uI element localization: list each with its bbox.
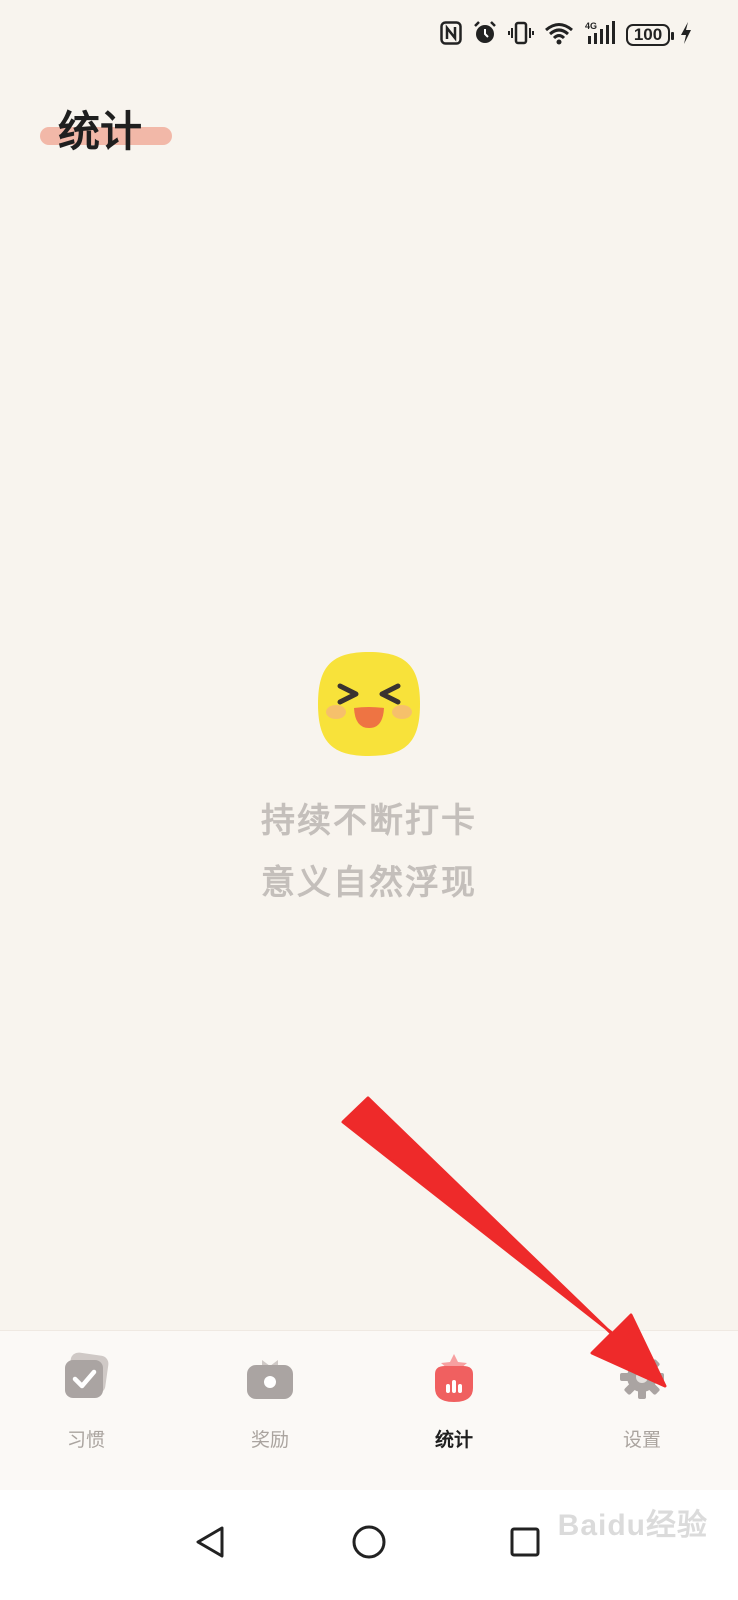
watermark: Baidu经验 — [557, 1509, 708, 1542]
page-title: 统计 — [58, 107, 143, 156]
back-icon[interactable] — [180, 1512, 240, 1572]
charging-icon — [680, 21, 692, 49]
vibrate-icon — [508, 20, 534, 50]
tab-habits-label: 习惯 — [66, 1429, 105, 1451]
tab-stats-label: 统计 — [434, 1429, 473, 1451]
tab-stats[interactable]: 统计 — [384, 1349, 524, 1469]
tab-settings-label: 设置 — [622, 1429, 661, 1451]
tab-settings[interactable]: 设置 — [572, 1349, 712, 1469]
laughing-face-icon — [318, 652, 420, 756]
battery-indicator: 100 — [626, 24, 674, 46]
gift-box-icon — [242, 1349, 298, 1405]
empty-state: 持续不断打卡 意义自然浮现 — [0, 648, 738, 914]
network-label: 4G — [585, 21, 597, 31]
gear-icon — [614, 1349, 670, 1405]
wifi-icon — [544, 21, 574, 49]
tab-rewards-label: 奖励 — [250, 1429, 289, 1451]
tab-habits[interactable]: 习惯 — [16, 1349, 156, 1469]
signal-4g-icon: 4G — [584, 20, 616, 50]
home-icon[interactable] — [339, 1512, 399, 1572]
empty-message-line1: 持续不断打卡 — [261, 801, 477, 841]
alarm-icon — [472, 20, 498, 50]
bottom-tab-bar: 习惯 奖励 统计 设置 — [0, 1330, 738, 1491]
page-header: 统计 — [40, 100, 172, 164]
nfc-icon — [440, 21, 462, 49]
habit-check-icon — [58, 1349, 114, 1405]
tab-rewards[interactable]: 奖励 — [200, 1349, 340, 1469]
status-icons: 4G 100 — [440, 20, 692, 50]
status-bar: 4G 100 — [0, 0, 738, 72]
stats-icon — [426, 1349, 482, 1405]
recents-icon[interactable] — [495, 1512, 555, 1572]
empty-message-line2: 意义自然浮现 — [261, 863, 477, 903]
